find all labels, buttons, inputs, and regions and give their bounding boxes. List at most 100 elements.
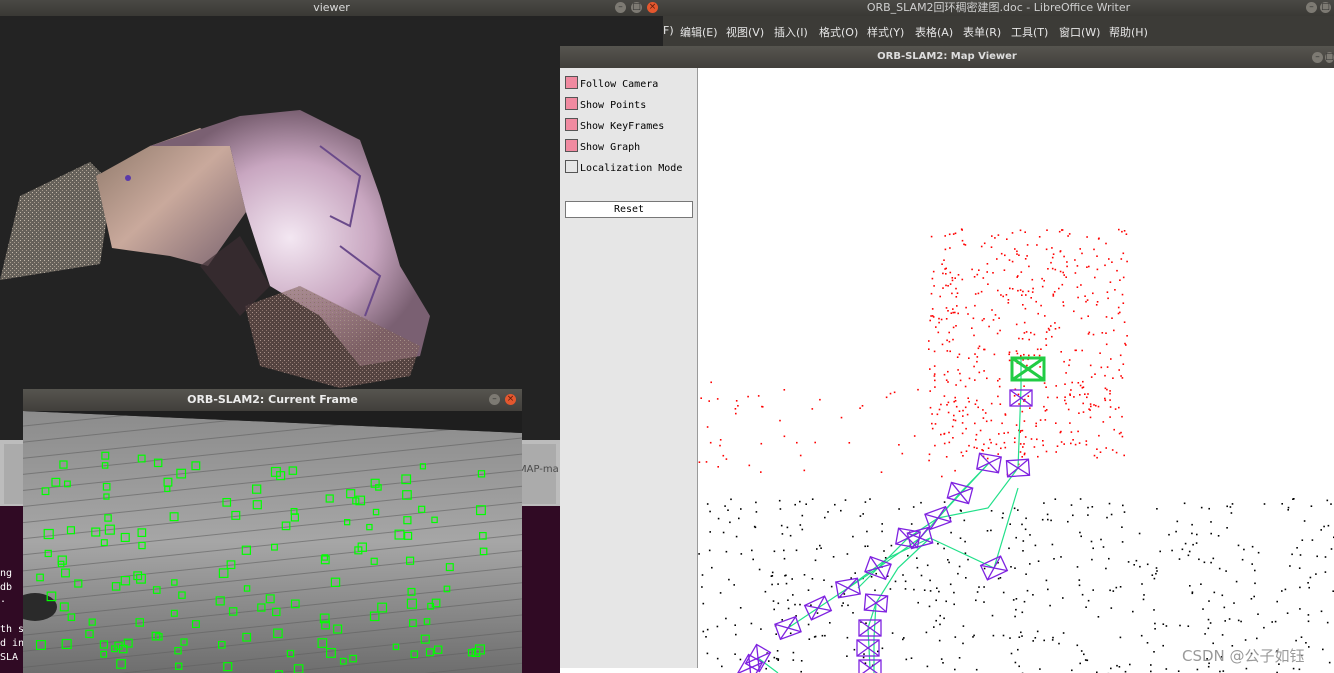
menu-item-tools[interactable]: 工具(T) — [1011, 24, 1048, 40]
reference-point — [929, 590, 932, 592]
reference-point — [1155, 567, 1158, 569]
menu-item-form[interactable]: 表单(R) — [963, 24, 1001, 40]
reference-point — [1257, 613, 1259, 615]
map-point — [1023, 321, 1026, 324]
map-point — [945, 307, 948, 309]
map-point — [725, 458, 728, 460]
menu-item-help[interactable]: 帮助(H) — [1109, 24, 1148, 40]
maximize-icon[interactable]: □ — [631, 2, 642, 13]
minimize-icon[interactable]: – — [615, 2, 626, 13]
map-point — [944, 268, 946, 270]
reference-point — [1207, 665, 1210, 668]
map-point — [955, 296, 958, 298]
reference-point — [1123, 511, 1126, 513]
reference-point — [865, 622, 867, 624]
menu-item-insert[interactable]: 插入(I) — [774, 24, 808, 40]
map-point — [976, 273, 979, 276]
map-point — [1111, 449, 1114, 451]
map-point — [940, 403, 942, 406]
reference-point — [1254, 582, 1256, 585]
map-point — [706, 426, 709, 428]
reference-point — [1133, 564, 1135, 566]
reference-point — [1138, 532, 1141, 535]
map-point — [992, 272, 994, 274]
map-point — [1063, 360, 1065, 363]
menu-item-table[interactable]: 表格(A) — [915, 24, 953, 40]
reference-point — [1091, 506, 1094, 508]
reference-point — [783, 549, 785, 552]
option-show-keyframes[interactable]: Show KeyFrames — [565, 118, 664, 134]
checkbox-icon[interactable] — [565, 139, 578, 152]
close-icon[interactable]: × — [647, 2, 658, 13]
map-point — [931, 413, 933, 415]
reference-point — [1221, 594, 1224, 597]
map-point — [1120, 375, 1122, 377]
map-point — [973, 276, 976, 278]
map-point — [1018, 337, 1020, 340]
menu-item-file[interactable]: F) — [663, 24, 674, 37]
map-point — [933, 375, 936, 377]
map-point — [1051, 267, 1054, 270]
menu-item-view[interactable]: 视图(V) — [726, 24, 764, 40]
reset-button[interactable]: Reset — [565, 201, 693, 218]
reference-point — [1142, 598, 1145, 601]
reference-point — [1299, 554, 1302, 556]
map-point — [1038, 354, 1041, 357]
terminal-tab-label[interactable]: MAP-ma — [518, 464, 559, 475]
checkbox-icon[interactable] — [565, 76, 578, 89]
map-point — [988, 325, 990, 328]
reference-point — [808, 638, 811, 640]
reference-point — [777, 658, 780, 660]
map-point — [1008, 359, 1011, 362]
menu-item-edit[interactable]: 编辑(E) — [680, 24, 718, 40]
map-point — [1059, 250, 1062, 252]
map-maximize-icon[interactable]: □ — [1325, 52, 1334, 63]
reference-point — [725, 550, 728, 553]
map-point — [964, 385, 967, 388]
reference-point — [947, 559, 949, 561]
option-show-points[interactable]: Show Points — [565, 97, 646, 113]
map-point — [998, 385, 1001, 388]
frame-minimize-icon[interactable]: – — [489, 394, 500, 405]
reference-point — [1221, 634, 1224, 636]
map-minimize-icon[interactable]: – — [1312, 52, 1323, 63]
map-point — [1011, 260, 1014, 263]
map-point — [1044, 419, 1047, 421]
reference-point — [1135, 559, 1138, 562]
map-point — [1041, 277, 1043, 280]
menu-item-window[interactable]: 窗口(W) — [1059, 24, 1100, 40]
map-point — [1021, 294, 1023, 296]
menu-item-styles[interactable]: 样式(Y) — [867, 24, 904, 40]
checkbox-icon[interactable] — [565, 118, 578, 131]
map-point — [961, 422, 964, 424]
option-localization-mode[interactable]: Localization Mode — [565, 160, 682, 176]
reference-point — [1023, 600, 1026, 603]
option-follow-camera[interactable]: Follow Camera — [565, 76, 658, 92]
option-show-graph[interactable]: Show Graph — [565, 139, 640, 155]
map-point — [1003, 441, 1006, 444]
map-point — [1000, 294, 1002, 296]
map-point — [1013, 441, 1016, 444]
checkbox-icon[interactable] — [565, 97, 578, 110]
frame-close-icon[interactable]: × — [505, 394, 516, 405]
map-point — [931, 422, 933, 425]
map-point — [1033, 354, 1036, 356]
menu-item-format[interactable]: 格式(O) — [819, 24, 858, 40]
reference-point — [1200, 506, 1203, 509]
reference-point — [844, 499, 847, 501]
map-point — [889, 392, 892, 395]
reference-point — [920, 574, 923, 577]
reference-point — [1184, 542, 1187, 545]
map-point — [1060, 441, 1063, 443]
map-point — [735, 412, 737, 415]
option-label: Show Points — [580, 100, 647, 111]
reference-point — [1229, 506, 1232, 508]
map-point — [1023, 385, 1025, 387]
checkbox-icon[interactable] — [565, 160, 578, 173]
map-point — [1104, 374, 1106, 377]
map-canvas[interactable] — [698, 68, 1334, 673]
writer-maximize-icon[interactable]: □ — [1320, 2, 1331, 13]
reference-point — [1271, 621, 1273, 623]
writer-minimize-icon[interactable]: – — [1306, 2, 1317, 13]
map-point — [976, 399, 978, 402]
